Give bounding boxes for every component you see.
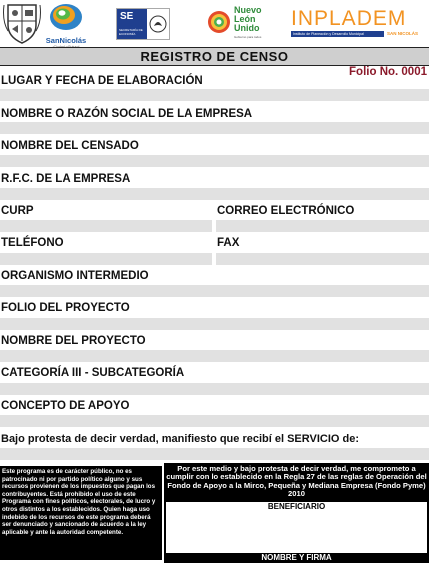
field-label: CURP <box>1 205 34 217</box>
field-line <box>0 155 429 167</box>
field-line <box>0 285 429 297</box>
field-line <box>0 122 429 134</box>
nuevo-leon-unido-logo: Nuevo León Unido Gobierno para todos <box>206 6 266 42</box>
logo-header: SanNicolás ¡Ciudad y Futuro! SE SECRETAR… <box>0 0 429 49</box>
field-label: R.F.C. DE LA EMPRESA <box>1 173 131 185</box>
san-nicolas-emblem-icon <box>50 4 82 30</box>
field-line <box>0 220 212 232</box>
field-label: FOLIO DEL PROYECTO <box>1 302 130 314</box>
field-label: CATEGORÍA III - SUBCATEGORÍA <box>1 367 185 379</box>
beneficiario-signature-area[interactable]: BENEFICIARIO <box>166 502 427 553</box>
commitment-box: Por este medio y bajo protesta de decir … <box>164 463 429 563</box>
field-line <box>0 383 429 395</box>
coat-of-arms-logo <box>3 4 41 44</box>
nuevo-leon-tagline: Gobierno para todos <box>234 35 262 39</box>
se-logo: SE SECRETARÍA DE ECONOMÍA <box>116 8 170 40</box>
san-nicolas-logo: SanNicolás ¡Ciudad y Futuro! <box>44 2 88 49</box>
field-line <box>0 318 429 330</box>
field-line <box>216 220 429 232</box>
nuevo-leon-line3: Unido <box>234 23 260 33</box>
field-label: FAX <box>217 237 240 249</box>
field-line <box>0 415 429 427</box>
nuevo-leon-sun-icon <box>208 11 230 33</box>
name-signature-label: NOMBRE Y FIRMA <box>261 553 332 562</box>
field-label: NOMBRE DEL CENSADO <box>1 140 139 152</box>
beneficiario-label: BENEFICIARIO <box>267 502 326 511</box>
field-line <box>0 350 429 362</box>
inplader-logo: INPLADEM Instituto de Planeación y Desar… <box>291 8 427 40</box>
folio-number: Folio No. 0001 <box>349 66 427 78</box>
se-name: SE <box>120 11 134 22</box>
field-line <box>0 253 212 265</box>
commitment-text: Por este medio y bajo protesta de decir … <box>166 464 427 499</box>
field-label: CORREO ELECTRÓNICO <box>217 205 355 217</box>
declaration-line[interactable] <box>0 448 429 460</box>
inplader-name: INPLADEM <box>291 7 407 30</box>
inplader-city: SAN NICOLÁS <box>387 31 419 36</box>
form-title: REGISTRO DE CENSO <box>0 47 429 66</box>
san-nicolas-name: SanNicolás <box>45 36 87 45</box>
field-label: TELÉFONO <box>1 237 64 249</box>
se-tagline: SECRETARÍA DE ECONOMÍA <box>119 28 143 36</box>
field-label: NOMBRE O RAZÓN SOCIAL DE LA EMPRESA <box>1 108 253 120</box>
declaration-text: Bajo protesta de decir verdad, manifiest… <box>1 433 360 445</box>
mexico-eagle-seal-icon <box>149 15 167 33</box>
field-label: LUGAR Y FECHA DE ELABORACIÓN <box>1 75 203 87</box>
field-line <box>0 188 429 200</box>
inplader-tagline: Instituto de Planeación y Desarrollo Mun… <box>291 31 384 37</box>
field-label: ORGANISMO INTERMEDIO <box>1 270 149 282</box>
field-line <box>216 253 429 265</box>
field-line <box>0 89 429 101</box>
field-label: NOMBRE DEL PROYECTO <box>1 335 146 347</box>
legal-notice: Este programa es de carácter público, no… <box>0 466 162 560</box>
field-label: CONCEPTO DE APOYO <box>1 400 130 412</box>
